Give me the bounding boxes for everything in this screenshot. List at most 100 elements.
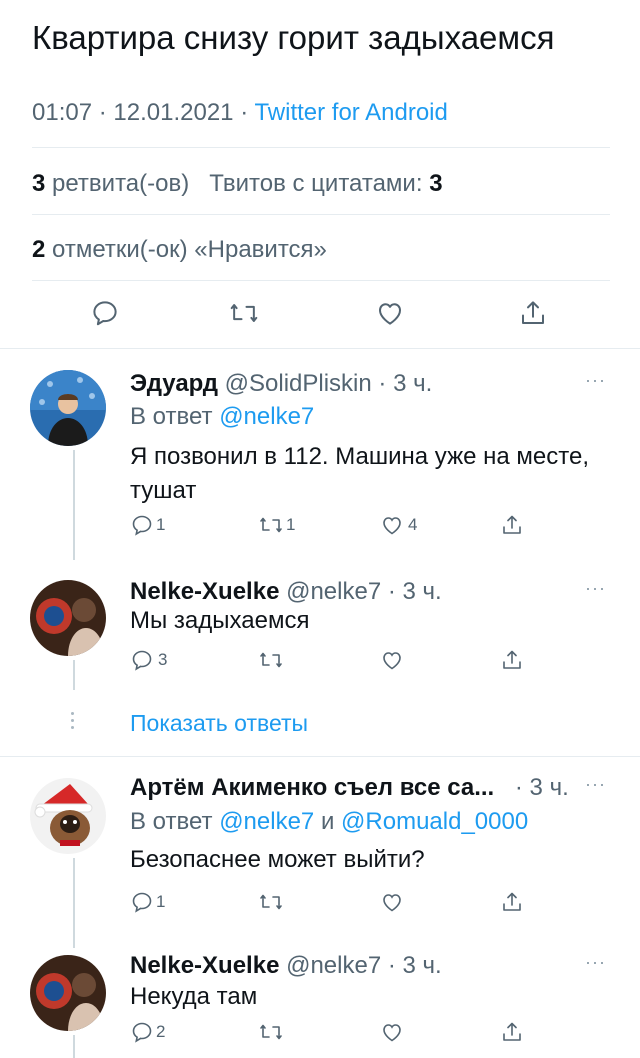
tweet-source-link[interactable]: Twitter for Android — [254, 99, 447, 126]
retweet-button[interactable] — [228, 298, 260, 328]
share-button[interactable] — [500, 513, 524, 537]
author-handle: @nelke7 — [286, 578, 382, 605]
avatar[interactable] — [30, 580, 106, 656]
share-icon — [503, 1022, 521, 1041]
more-icon[interactable]: ··· — [585, 370, 606, 391]
likes-label: отметки(-ок) «Нравится» — [52, 236, 327, 263]
like-count: 4 — [408, 515, 418, 534]
avatar[interactable] — [30, 370, 106, 446]
meta-separator: · — [240, 99, 249, 126]
share-icon — [503, 892, 521, 911]
reply-button[interactable]: 2 — [130, 1020, 165, 1044]
replying-to-label: В ответ — [130, 808, 213, 835]
reply-button[interactable]: 1 — [130, 513, 165, 537]
divider — [0, 756, 640, 757]
share-button[interactable] — [500, 1020, 524, 1044]
like-icon — [383, 652, 401, 670]
more-icon[interactable]: ··· — [585, 952, 606, 973]
like-icon — [383, 517, 401, 535]
retweet-button[interactable] — [258, 1020, 284, 1044]
replying-to: В ответ @nelke7 — [130, 403, 314, 431]
reply-count: 1 — [156, 892, 166, 911]
reply-time: · 3 ч. — [387, 952, 442, 979]
divider — [32, 214, 610, 215]
author-name: Nelke-Xuelke — [130, 952, 280, 979]
share-icon — [503, 650, 521, 669]
reply-author[interactable]: Артём Акименко съел все са... · 3 ч. — [130, 774, 569, 802]
reply-icon — [132, 892, 152, 913]
reply-count: 2 — [156, 1022, 166, 1041]
replying-to: В ответ @nelke7 и @Romuald_0000 — [130, 808, 528, 836]
reply-action-bar: 1 — [0, 890, 640, 930]
author-handle: @nelke7 — [286, 952, 382, 979]
reply-time: · 3 ч. — [514, 774, 569, 801]
retweet-icon — [230, 304, 258, 322]
like-button[interactable] — [380, 648, 404, 672]
divider — [32, 147, 610, 148]
retweet-button[interactable] — [258, 890, 284, 914]
more-icon[interactable]: ··· — [585, 578, 606, 599]
author-name: Nelke-Xuelke — [130, 578, 280, 605]
meta-separator: · — [98, 99, 107, 126]
reply-button[interactable]: 1 — [130, 890, 165, 914]
retweet-count: 1 — [286, 515, 296, 534]
author-name: Эдуард — [130, 370, 218, 397]
reply-author[interactable]: Nelke-Xuelke @nelke7 · 3 ч. — [130, 952, 442, 980]
show-replies-link[interactable]: Показать ответы — [130, 710, 308, 737]
retweet-icon — [260, 1024, 282, 1040]
quotes-label: Твитов с цитатами: — [209, 170, 423, 197]
reply-action-bar: 3 — [0, 648, 640, 688]
like-button[interactable] — [380, 890, 404, 914]
reply-button[interactable]: 3 — [130, 648, 167, 672]
divider — [32, 280, 610, 281]
retweet-button[interactable]: 1 — [258, 513, 295, 537]
share-icon — [503, 515, 521, 534]
reply-author[interactable]: Nelke-Xuelke @nelke7 · 3 ч. — [130, 578, 442, 606]
main-action-bar — [0, 298, 640, 338]
thread-dots — [71, 712, 75, 733]
reply-text: Некуда там — [130, 983, 258, 1010]
tweet-date: 12.01.2021 — [113, 99, 234, 126]
reply-count: 1 — [156, 515, 166, 534]
reply-action-bar: 1 1 4 — [0, 513, 640, 553]
reply-icon — [132, 515, 152, 536]
reply-text: Я позвонил в 112. Машина уже на месте, т… — [130, 443, 589, 504]
reply-action-bar: 2 — [0, 1020, 640, 1058]
like-icon — [379, 303, 401, 325]
reply-button[interactable] — [90, 298, 120, 328]
reply-count: 3 — [158, 650, 168, 669]
mention-link[interactable]: @Romuald_0000 — [341, 808, 528, 835]
retweet-icon — [260, 894, 282, 910]
like-button[interactable] — [375, 298, 405, 328]
tweet-time: 01:07 — [32, 99, 93, 126]
share-button[interactable] — [500, 648, 524, 672]
tweet-text: Квартира снизу горит задыхаемся — [32, 19, 555, 56]
retweet-icon — [260, 517, 282, 533]
reply-author[interactable]: Эдуард @SolidPliskin · 3 ч. — [130, 370, 432, 398]
retweets-count: 3 — [32, 170, 46, 197]
reply-time: · 3 ч. — [378, 370, 433, 397]
more-icon[interactable]: ··· — [585, 774, 606, 795]
replying-to-label: В ответ — [130, 403, 213, 430]
avatar[interactable] — [30, 778, 106, 854]
reply-text: Мы задыхаемся — [130, 607, 310, 634]
like-button[interactable] — [380, 1020, 404, 1044]
tweet-meta: 01:07 · 12.01.2021 · Twitter for Android — [32, 99, 448, 127]
share-button[interactable] — [518, 298, 548, 328]
reply-time: · 3 ч. — [387, 578, 442, 605]
author-handle: @SolidPliskin — [224, 370, 372, 397]
divider — [0, 348, 640, 349]
like-button[interactable]: 4 — [380, 513, 417, 537]
quotes-count: 3 — [429, 170, 443, 197]
likes-stats[interactable]: 2 отметки(-ок) «Нравится» — [32, 236, 327, 264]
retweet-stats[interactable]: 3 ретвита(-ов) Твитов с цитатами: 3 — [32, 170, 443, 198]
retweet-icon — [260, 652, 282, 668]
share-button[interactable] — [500, 890, 524, 914]
reply-icon — [93, 301, 117, 326]
author-name: Артём Акименко съел все са... — [130, 774, 495, 801]
share-icon — [522, 301, 544, 324]
mention-link[interactable]: @nelke7 — [219, 403, 314, 430]
retweet-button[interactable] — [258, 648, 284, 672]
mention-link[interactable]: @nelke7 — [219, 808, 314, 835]
likes-count: 2 — [32, 236, 46, 263]
